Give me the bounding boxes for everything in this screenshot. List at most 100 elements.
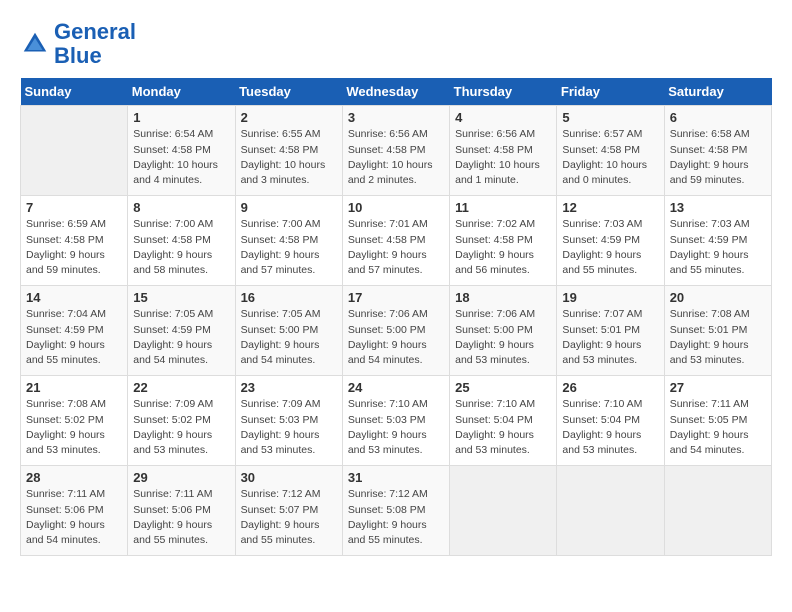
day-number: 22 bbox=[133, 380, 229, 395]
day-number: 29 bbox=[133, 470, 229, 485]
calendar-cell: 26 Sunrise: 7:10 AMSunset: 5:04 PMDaylig… bbox=[557, 376, 664, 466]
day-number: 26 bbox=[562, 380, 658, 395]
calendar-cell: 13 Sunrise: 7:03 AMSunset: 4:59 PMDaylig… bbox=[664, 196, 771, 286]
day-number: 2 bbox=[241, 110, 337, 125]
day-number: 1 bbox=[133, 110, 229, 125]
day-info: Sunrise: 7:05 AMSunset: 4:59 PMDaylight:… bbox=[133, 307, 229, 368]
calendar-cell: 8 Sunrise: 7:00 AMSunset: 4:58 PMDayligh… bbox=[128, 196, 235, 286]
calendar-cell: 14 Sunrise: 7:04 AMSunset: 4:59 PMDaylig… bbox=[21, 286, 128, 376]
calendar-cell: 18 Sunrise: 7:06 AMSunset: 5:00 PMDaylig… bbox=[450, 286, 557, 376]
day-info: Sunrise: 6:56 AMSunset: 4:58 PMDaylight:… bbox=[455, 127, 551, 188]
day-info: Sunrise: 7:08 AMSunset: 5:01 PMDaylight:… bbox=[670, 307, 766, 368]
day-number: 27 bbox=[670, 380, 766, 395]
calendar-cell: 9 Sunrise: 7:00 AMSunset: 4:58 PMDayligh… bbox=[235, 196, 342, 286]
day-number: 8 bbox=[133, 200, 229, 215]
calendar-cell: 1 Sunrise: 6:54 AMSunset: 4:58 PMDayligh… bbox=[128, 106, 235, 196]
calendar-cell: 4 Sunrise: 6:56 AMSunset: 4:58 PMDayligh… bbox=[450, 106, 557, 196]
day-number: 6 bbox=[670, 110, 766, 125]
day-info: Sunrise: 7:06 AMSunset: 5:00 PMDaylight:… bbox=[348, 307, 444, 368]
page-header: General Blue bbox=[20, 20, 772, 68]
logo-icon bbox=[20, 29, 50, 59]
logo: General Blue bbox=[20, 20, 136, 68]
day-info: Sunrise: 7:00 AMSunset: 4:58 PMDaylight:… bbox=[241, 217, 337, 278]
weekday-header-wednesday: Wednesday bbox=[342, 78, 449, 106]
day-info: Sunrise: 6:56 AMSunset: 4:58 PMDaylight:… bbox=[348, 127, 444, 188]
day-info: Sunrise: 7:07 AMSunset: 5:01 PMDaylight:… bbox=[562, 307, 658, 368]
calendar-cell: 16 Sunrise: 7:05 AMSunset: 5:00 PMDaylig… bbox=[235, 286, 342, 376]
day-info: Sunrise: 7:09 AMSunset: 5:02 PMDaylight:… bbox=[133, 397, 229, 458]
day-info: Sunrise: 7:03 AMSunset: 4:59 PMDaylight:… bbox=[670, 217, 766, 278]
day-number: 19 bbox=[562, 290, 658, 305]
weekday-header-friday: Friday bbox=[557, 78, 664, 106]
logo-text: General Blue bbox=[54, 20, 136, 68]
day-info: Sunrise: 7:11 AMSunset: 5:06 PMDaylight:… bbox=[26, 487, 122, 548]
calendar-cell bbox=[664, 466, 771, 556]
day-info: Sunrise: 7:11 AMSunset: 5:05 PMDaylight:… bbox=[670, 397, 766, 458]
calendar-cell bbox=[450, 466, 557, 556]
calendar-cell: 30 Sunrise: 7:12 AMSunset: 5:07 PMDaylig… bbox=[235, 466, 342, 556]
day-info: Sunrise: 6:54 AMSunset: 4:58 PMDaylight:… bbox=[133, 127, 229, 188]
calendar-cell: 23 Sunrise: 7:09 AMSunset: 5:03 PMDaylig… bbox=[235, 376, 342, 466]
day-info: Sunrise: 7:04 AMSunset: 4:59 PMDaylight:… bbox=[26, 307, 122, 368]
day-number: 21 bbox=[26, 380, 122, 395]
day-number: 16 bbox=[241, 290, 337, 305]
calendar-cell: 10 Sunrise: 7:01 AMSunset: 4:58 PMDaylig… bbox=[342, 196, 449, 286]
day-info: Sunrise: 7:09 AMSunset: 5:03 PMDaylight:… bbox=[241, 397, 337, 458]
weekday-header-row: SundayMondayTuesdayWednesdayThursdayFrid… bbox=[21, 78, 772, 106]
day-number: 11 bbox=[455, 200, 551, 215]
calendar-cell: 21 Sunrise: 7:08 AMSunset: 5:02 PMDaylig… bbox=[21, 376, 128, 466]
calendar-cell: 11 Sunrise: 7:02 AMSunset: 4:58 PMDaylig… bbox=[450, 196, 557, 286]
calendar-cell bbox=[21, 106, 128, 196]
day-number: 18 bbox=[455, 290, 551, 305]
calendar-week-1: 1 Sunrise: 6:54 AMSunset: 4:58 PMDayligh… bbox=[21, 106, 772, 196]
day-number: 30 bbox=[241, 470, 337, 485]
weekday-header-monday: Monday bbox=[128, 78, 235, 106]
day-info: Sunrise: 7:01 AMSunset: 4:58 PMDaylight:… bbox=[348, 217, 444, 278]
calendar-cell bbox=[557, 466, 664, 556]
day-info: Sunrise: 7:03 AMSunset: 4:59 PMDaylight:… bbox=[562, 217, 658, 278]
day-info: Sunrise: 6:59 AMSunset: 4:58 PMDaylight:… bbox=[26, 217, 122, 278]
calendar-cell: 6 Sunrise: 6:58 AMSunset: 4:58 PMDayligh… bbox=[664, 106, 771, 196]
day-number: 31 bbox=[348, 470, 444, 485]
calendar-cell: 24 Sunrise: 7:10 AMSunset: 5:03 PMDaylig… bbox=[342, 376, 449, 466]
calendar-week-4: 21 Sunrise: 7:08 AMSunset: 5:02 PMDaylig… bbox=[21, 376, 772, 466]
day-info: Sunrise: 6:57 AMSunset: 4:58 PMDaylight:… bbox=[562, 127, 658, 188]
calendar-cell: 3 Sunrise: 6:56 AMSunset: 4:58 PMDayligh… bbox=[342, 106, 449, 196]
day-info: Sunrise: 7:12 AMSunset: 5:07 PMDaylight:… bbox=[241, 487, 337, 548]
calendar-cell: 20 Sunrise: 7:08 AMSunset: 5:01 PMDaylig… bbox=[664, 286, 771, 376]
calendar-week-3: 14 Sunrise: 7:04 AMSunset: 4:59 PMDaylig… bbox=[21, 286, 772, 376]
calendar-cell: 2 Sunrise: 6:55 AMSunset: 4:58 PMDayligh… bbox=[235, 106, 342, 196]
day-number: 9 bbox=[241, 200, 337, 215]
day-number: 20 bbox=[670, 290, 766, 305]
calendar-cell: 17 Sunrise: 7:06 AMSunset: 5:00 PMDaylig… bbox=[342, 286, 449, 376]
calendar-week-5: 28 Sunrise: 7:11 AMSunset: 5:06 PMDaylig… bbox=[21, 466, 772, 556]
day-info: Sunrise: 7:12 AMSunset: 5:08 PMDaylight:… bbox=[348, 487, 444, 548]
day-number: 23 bbox=[241, 380, 337, 395]
day-number: 12 bbox=[562, 200, 658, 215]
day-number: 7 bbox=[26, 200, 122, 215]
day-number: 5 bbox=[562, 110, 658, 125]
calendar-cell: 7 Sunrise: 6:59 AMSunset: 4:58 PMDayligh… bbox=[21, 196, 128, 286]
weekday-header-sunday: Sunday bbox=[21, 78, 128, 106]
day-info: Sunrise: 6:55 AMSunset: 4:58 PMDaylight:… bbox=[241, 127, 337, 188]
day-info: Sunrise: 7:11 AMSunset: 5:06 PMDaylight:… bbox=[133, 487, 229, 548]
day-info: Sunrise: 6:58 AMSunset: 4:58 PMDaylight:… bbox=[670, 127, 766, 188]
day-number: 28 bbox=[26, 470, 122, 485]
calendar-week-2: 7 Sunrise: 6:59 AMSunset: 4:58 PMDayligh… bbox=[21, 196, 772, 286]
day-number: 25 bbox=[455, 380, 551, 395]
day-info: Sunrise: 7:10 AMSunset: 5:04 PMDaylight:… bbox=[455, 397, 551, 458]
calendar-table: SundayMondayTuesdayWednesdayThursdayFrid… bbox=[20, 78, 772, 556]
day-info: Sunrise: 7:00 AMSunset: 4:58 PMDaylight:… bbox=[133, 217, 229, 278]
day-number: 4 bbox=[455, 110, 551, 125]
day-number: 13 bbox=[670, 200, 766, 215]
calendar-cell: 31 Sunrise: 7:12 AMSunset: 5:08 PMDaylig… bbox=[342, 466, 449, 556]
day-number: 17 bbox=[348, 290, 444, 305]
day-number: 15 bbox=[133, 290, 229, 305]
calendar-cell: 28 Sunrise: 7:11 AMSunset: 5:06 PMDaylig… bbox=[21, 466, 128, 556]
calendar-cell: 5 Sunrise: 6:57 AMSunset: 4:58 PMDayligh… bbox=[557, 106, 664, 196]
day-info: Sunrise: 7:06 AMSunset: 5:00 PMDaylight:… bbox=[455, 307, 551, 368]
day-info: Sunrise: 7:08 AMSunset: 5:02 PMDaylight:… bbox=[26, 397, 122, 458]
day-info: Sunrise: 7:10 AMSunset: 5:03 PMDaylight:… bbox=[348, 397, 444, 458]
calendar-cell: 25 Sunrise: 7:10 AMSunset: 5:04 PMDaylig… bbox=[450, 376, 557, 466]
calendar-cell: 22 Sunrise: 7:09 AMSunset: 5:02 PMDaylig… bbox=[128, 376, 235, 466]
